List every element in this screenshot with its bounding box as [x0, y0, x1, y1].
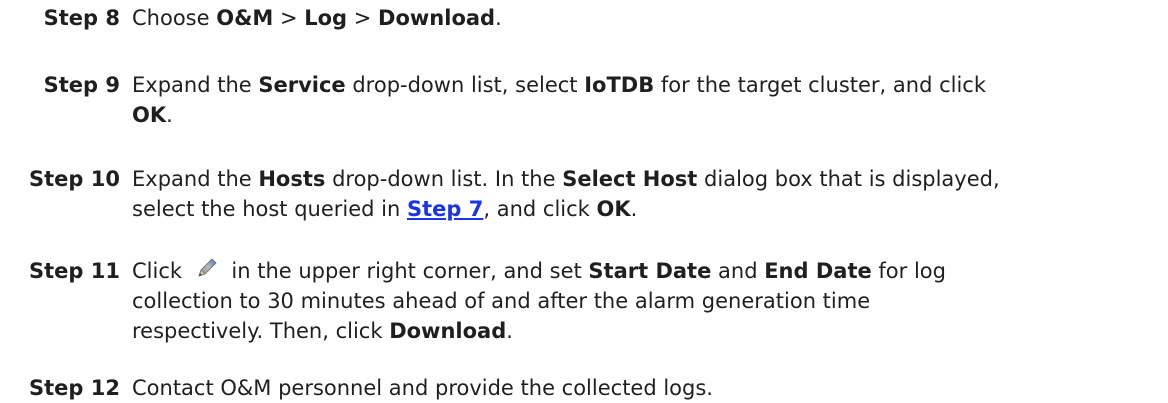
text-run: collection to 30 minutes ahead of and af…	[132, 289, 871, 313]
text-line: Choose O&M > Log > Download.	[132, 3, 1158, 33]
text-run: for the target cluster, and click	[654, 73, 986, 97]
text-run: Expand the	[132, 73, 259, 97]
text-run: drop-down list, select	[345, 73, 585, 97]
text-run: respectively. Then, click	[132, 319, 390, 343]
text-run: and	[711, 259, 765, 283]
text-run: Contact O&M personnel and provide the co…	[132, 376, 713, 400]
text-line: Contact O&M personnel and provide the co…	[132, 373, 1158, 403]
text-run: select the host queried in	[132, 197, 407, 221]
ui-term: OK	[132, 103, 167, 127]
text-run: for log	[871, 259, 946, 283]
ui-term: Download	[389, 319, 507, 343]
ui-term: Service	[258, 73, 346, 97]
step-label: Step 9	[43, 73, 120, 97]
step-label: Step 8	[43, 6, 120, 30]
text-line: Expand the Hosts drop-down list. In the …	[132, 164, 1158, 194]
text-run: drop-down list. In the	[325, 167, 563, 191]
text-line: select the host queried in Step 7, and c…	[132, 194, 1158, 224]
step-text: Expand the Service drop-down list, selec…	[132, 70, 1158, 130]
text-line: Click in the upper right corner, and set…	[132, 256, 1158, 286]
ui-term: Log	[304, 6, 348, 30]
ui-term: O&M	[216, 6, 274, 30]
text-run: Expand the	[132, 167, 259, 191]
text-run: >	[347, 6, 379, 30]
text-run: >	[273, 6, 305, 30]
step-label: Step 12	[29, 376, 120, 400]
ui-term: Hosts	[258, 167, 326, 191]
text-line: Expand the Service drop-down list, selec…	[132, 70, 1158, 100]
text-run: Choose	[132, 6, 217, 30]
text-line: collection to 30 minutes ahead of and af…	[132, 286, 1158, 316]
ui-term: OK	[596, 197, 631, 221]
text-run: .	[506, 319, 513, 343]
text-line: OK.	[132, 100, 1158, 130]
text-run: Click	[132, 259, 189, 283]
text-run: .	[166, 103, 173, 127]
pencil-icon[interactable]	[195, 256, 219, 280]
ui-term: Select Host	[562, 167, 698, 191]
step-text: Click in the upper right corner, and set…	[132, 256, 1158, 346]
ui-term: End Date	[764, 259, 872, 283]
text-run: .	[630, 197, 638, 221]
text-run: in the upper right corner, and set	[224, 259, 589, 283]
ui-term: Start Date	[588, 259, 712, 283]
step-label: Step 10	[29, 167, 120, 191]
step-label: Step 11	[29, 259, 120, 283]
text-line: respectively. Then, click Download.	[132, 316, 1158, 346]
procedure-steps: Step 8 Choose O&M > Log > Download. Step…	[0, 0, 1168, 403]
text-run: , and click	[483, 197, 597, 221]
ui-term: Download	[378, 6, 496, 30]
ui-term: IoTDB	[584, 73, 655, 97]
step-text: Expand the Hosts drop-down list. In the …	[132, 164, 1158, 224]
step-text: Choose O&M > Log > Download.	[132, 3, 1158, 33]
text-run: dialog box that is displayed,	[697, 167, 1000, 191]
step-cross-reference-link[interactable]: Step 7	[407, 197, 483, 221]
text-run: .	[495, 6, 502, 30]
step-text: Contact O&M personnel and provide the co…	[132, 373, 1158, 403]
